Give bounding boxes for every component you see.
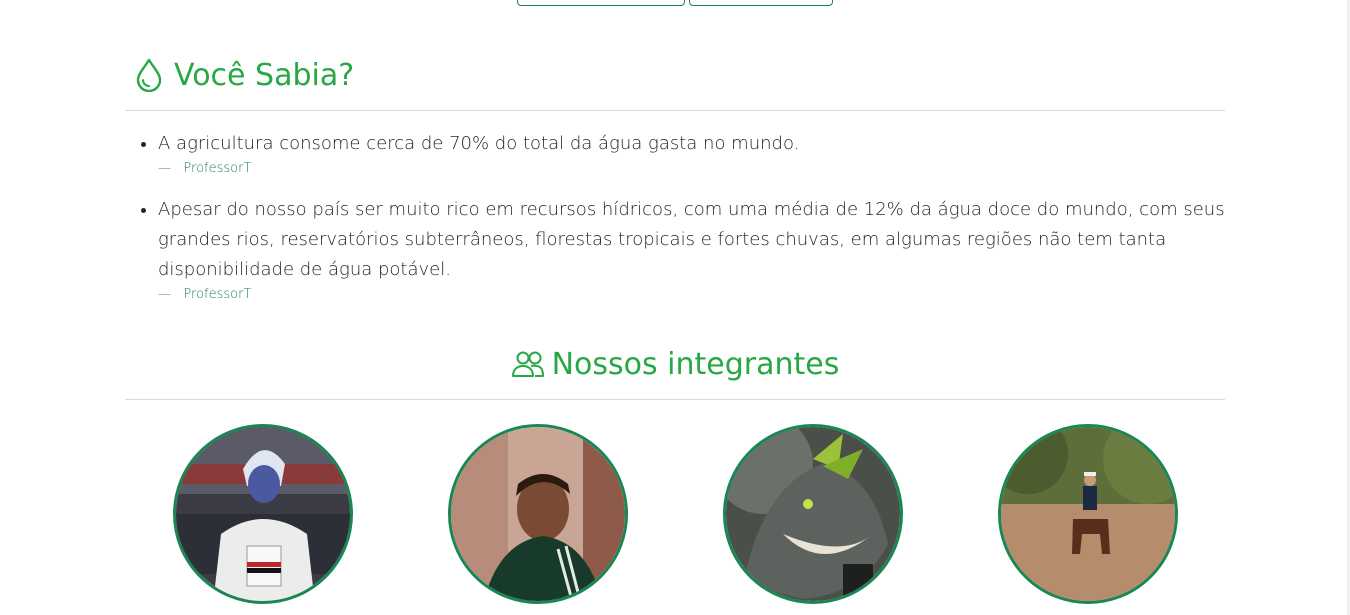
- fact-item: Apesar do nosso país ser muito rico em r…: [158, 195, 1225, 303]
- top-button-left[interactable]: [517, 0, 685, 6]
- fact-citation: — ProfessorT: [158, 287, 1225, 303]
- member-avatar[interactable]: [172, 424, 353, 604]
- top-button-right[interactable]: [689, 0, 833, 6]
- citation-author: ProfessorT: [183, 161, 252, 176]
- members-heading: Nossos integrantes: [125, 344, 1225, 384]
- fact-text: A agricultura consome cerca de 70% do to…: [158, 133, 800, 154]
- divider: [125, 399, 1225, 400]
- member-card: [675, 424, 950, 604]
- did-you-know-section: Você Sabia?: [125, 55, 1225, 95]
- member-card: [950, 424, 1225, 604]
- member-card: [400, 424, 675, 604]
- facts-list: A agricultura consome cerca de 70% do to…: [125, 129, 1225, 303]
- member-avatar[interactable]: [997, 424, 1178, 604]
- citation-author: ProfessorT: [183, 287, 252, 302]
- member-avatar[interactable]: [722, 424, 903, 604]
- member-card: [125, 424, 400, 604]
- facts-list-wrapper: A agricultura consome cerca de 70% do to…: [125, 129, 1225, 321]
- members-title: Nossos integrantes: [551, 346, 840, 382]
- fact-text: Apesar do nosso país ser muito rico em r…: [158, 199, 1225, 280]
- did-you-know-heading: Você Sabia?: [125, 55, 1225, 95]
- fact-item: A agricultura consome cerca de 70% do to…: [158, 129, 1225, 177]
- droplet-icon: [136, 58, 162, 92]
- divider: [125, 110, 1225, 111]
- members-grid: [125, 424, 1225, 604]
- citation-dash: —: [158, 161, 171, 176]
- members-section: Nossos integrantes: [125, 344, 1225, 384]
- fact-citation: — ProfessorT: [158, 161, 1225, 177]
- people-icon: [511, 351, 544, 377]
- citation-dash: —: [158, 287, 171, 302]
- did-you-know-title: Você Sabia?: [174, 57, 355, 93]
- member-avatar[interactable]: [447, 424, 628, 604]
